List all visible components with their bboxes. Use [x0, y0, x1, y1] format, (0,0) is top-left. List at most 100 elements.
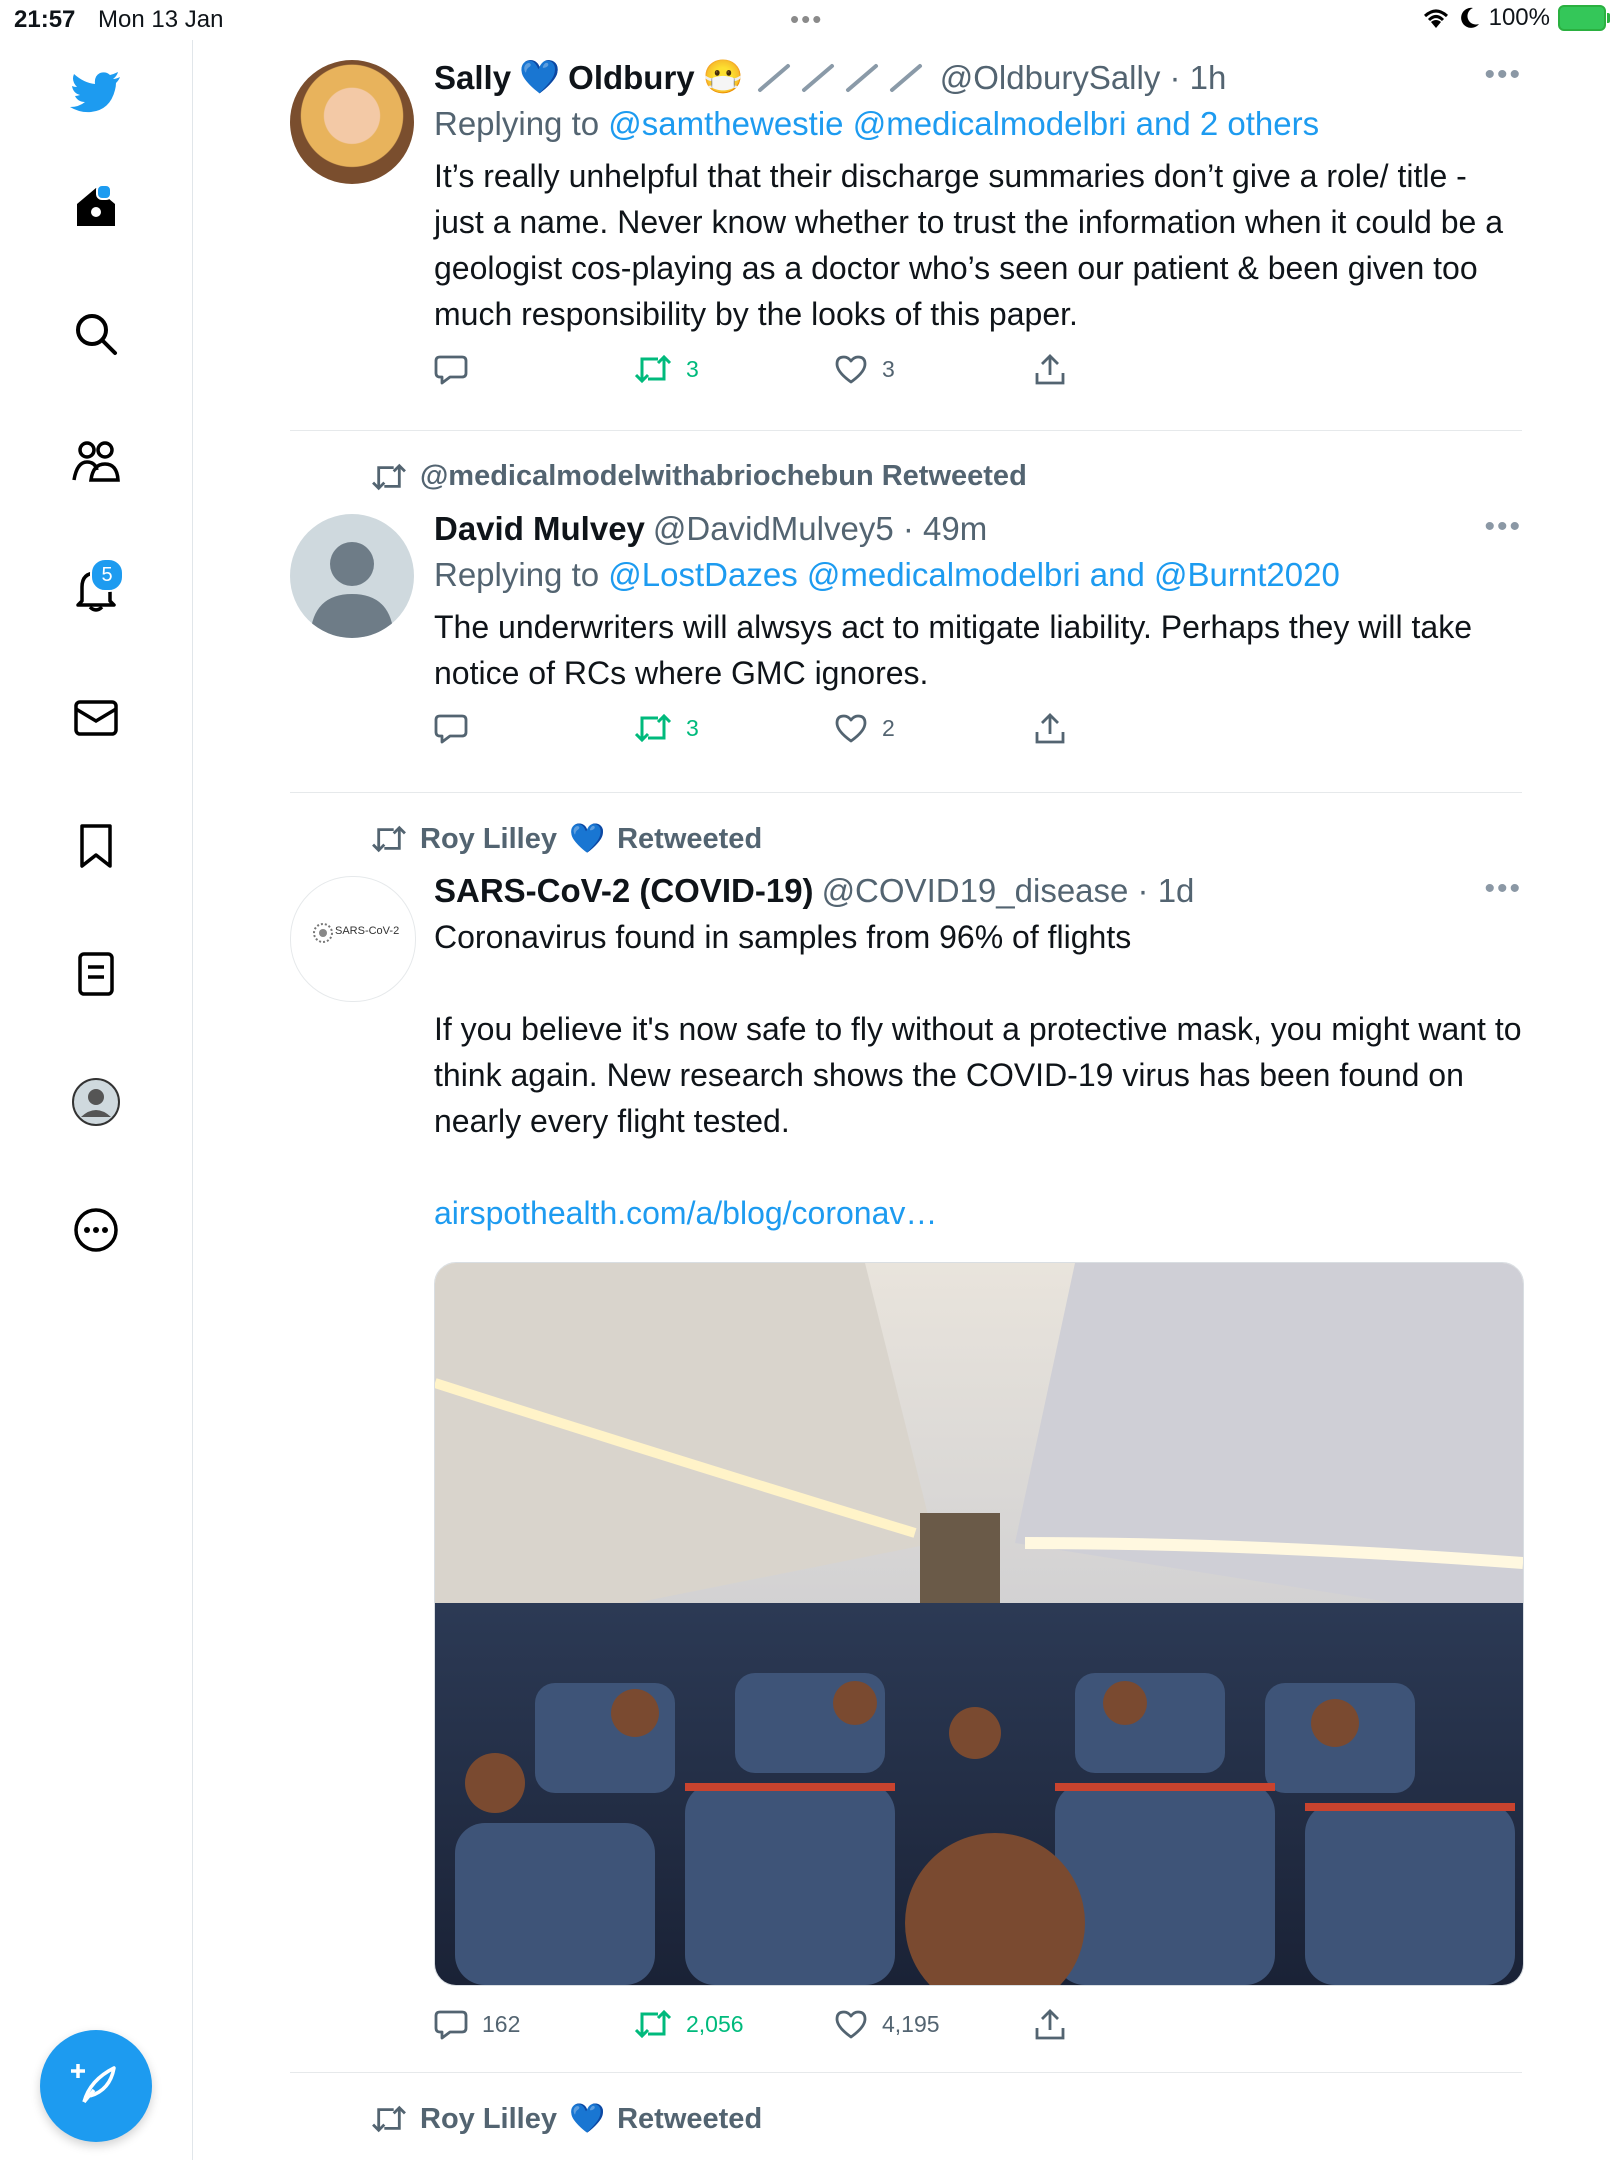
nav-home[interactable]	[60, 170, 132, 242]
bookmark-icon	[80, 824, 112, 868]
retweet-icon	[372, 463, 406, 490]
retweeted-label: Retweeted	[617, 2102, 763, 2135]
tweet-sally-oldbury[interactable]: Sally 💙 Oldbury 😷 @OldburySally · 1h •••…	[290, 58, 1522, 438]
tweet-divider	[290, 430, 1522, 431]
replying-links[interactable]: @LostDazes @medicalmodelbri and @Burnt20…	[608, 556, 1340, 593]
status-time: 21:57	[14, 6, 76, 33]
list-icon	[78, 952, 114, 996]
display-name[interactable]: Sally	[434, 59, 511, 97]
twitter-bird-icon	[70, 72, 120, 113]
tweet-text: It’s really unhelpful that their dischar…	[434, 158, 1503, 332]
envelope-icon	[74, 700, 118, 736]
handle-and-time[interactable]: @OldburySally · 1h	[940, 59, 1227, 97]
tweet-divider	[290, 792, 1522, 793]
timeline[interactable]: Sally 💙 Oldbury 😷 @OldburySally · 1h •••…	[192, 40, 1620, 2160]
reply-button[interactable]	[434, 353, 482, 385]
syringe-icons	[752, 60, 932, 96]
display-name[interactable]: David Mulvey	[434, 510, 645, 548]
tweet-partial[interactable]: Roy Lilley 💙 Retweeted	[290, 2102, 1522, 2160]
tweet-actions: 162 2,056 4,195	[434, 2008, 1522, 2056]
heart-icon	[835, 2010, 867, 2039]
retweeted-by: @medicalmodelwithabriochebun Retweeted	[370, 460, 1027, 493]
avatar[interactable]: SARS-CoV-2	[290, 876, 416, 1002]
more-options-icon[interactable]: •••	[1484, 510, 1522, 544]
reply-icon	[434, 714, 468, 744]
share-button[interactable]	[1034, 2008, 1066, 2042]
multitasking-dots[interactable]: •••	[790, 4, 823, 35]
nav-messages[interactable]	[60, 682, 132, 754]
nav-search[interactable]	[60, 298, 132, 370]
nav-notifications[interactable]: 5	[60, 554, 132, 626]
battery-icon	[1558, 5, 1610, 31]
blue-heart-icon: 💙	[569, 823, 606, 855]
tweet-divider	[290, 2072, 1522, 2073]
retweet-count: 3	[686, 714, 699, 741]
tweet-header: David Mulvey @DavidMulvey5 · 49m	[434, 510, 1522, 548]
handle-and-time[interactable]: @DavidMulvey5 · 49m	[653, 510, 987, 548]
handle-and-time[interactable]: @COVID19_disease · 1d	[822, 872, 1195, 910]
more-options-icon[interactable]: •••	[1484, 58, 1522, 92]
compose-tweet-button[interactable]	[40, 2030, 152, 2142]
retweeter-name[interactable]: Roy Lilley	[420, 2103, 557, 2136]
retweeter-name[interactable]: Roy Lilley	[420, 823, 557, 856]
tweet-actions: 3 3	[434, 353, 1522, 401]
replying-prefix: Replying to	[434, 105, 600, 142]
share-button[interactable]	[1034, 353, 1066, 387]
status-indicators: 100%	[1421, 4, 1610, 32]
avatar[interactable]	[290, 60, 414, 184]
mask-emoji: 😷	[702, 58, 744, 95]
share-button[interactable]	[1034, 712, 1066, 746]
tweet-sars-cov-2[interactable]: Roy Lilley 💙 Retweeted SARS-CoV-2 SARS-C…	[290, 822, 1524, 2092]
like-button[interactable]: 3	[834, 353, 895, 385]
like-count: 2	[882, 714, 895, 741]
display-name-second[interactable]: Oldbury	[568, 59, 695, 97]
reply-button[interactable]	[434, 712, 482, 744]
nav-bookmarks[interactable]	[60, 810, 132, 882]
replying-to: Replying to @LostDazes @medicalmodelbri …	[434, 556, 1522, 594]
moon-icon	[1459, 6, 1481, 30]
retweet-icon	[634, 713, 672, 743]
share-icon	[1035, 713, 1065, 744]
retweet-button[interactable]: 3	[634, 712, 699, 744]
battery-percent: 100%	[1488, 4, 1550, 31]
retweeted-by: Roy Lilley 💙 Retweeted	[370, 822, 762, 856]
tweet-media-airplane-cabin[interactable]	[434, 1262, 1524, 1986]
display-name[interactable]: SARS-CoV-2 (COVID-19)	[434, 872, 814, 910]
communities-icon	[72, 441, 120, 482]
tweet-header: Sally 💙 Oldbury 😷 @OldburySally · 1h	[434, 58, 1522, 97]
like-count: 4,195	[882, 2010, 940, 2037]
reply-button[interactable]: 162	[434, 2008, 520, 2040]
like-button[interactable]: 4,195	[834, 2008, 940, 2040]
avatar[interactable]	[290, 514, 414, 638]
share-icon	[1035, 354, 1065, 385]
replying-to: Replying to @samthewestie @medicalmodelb…	[434, 105, 1522, 143]
retweeted-by-text[interactable]: @medicalmodelwithabriochebun Retweeted	[420, 460, 1027, 493]
reply-count: 162	[482, 2010, 521, 2037]
more-circle-icon	[74, 1208, 118, 1252]
tweet-david-mulvey[interactable]: @medicalmodelwithabriochebun Retweeted D…	[290, 460, 1522, 820]
replying-links[interactable]: @samthewestie @medicalmodelbri and 2 oth…	[608, 105, 1319, 142]
like-button[interactable]: 2	[834, 712, 895, 744]
nav-lists[interactable]	[60, 938, 132, 1010]
retweet-icon	[634, 354, 672, 384]
retweet-button[interactable]: 2,056	[634, 2008, 744, 2040]
heart-icon	[835, 355, 867, 384]
nav-communities[interactable]	[60, 426, 132, 498]
nav-more[interactable]	[60, 1194, 132, 1266]
blue-heart-icon: 💙	[569, 2103, 606, 2135]
notifications-badge: 5	[90, 558, 124, 592]
status-bar: 21:57 Mon 13 Jan ••• 100%	[0, 0, 1620, 40]
twitter-logo[interactable]	[60, 58, 132, 130]
tweet-header: SARS-CoV-2 (COVID-19) @COVID19_disease ·…	[434, 872, 1522, 910]
nav-profile[interactable]	[60, 1066, 132, 1138]
blue-heart-icon: 💙	[519, 58, 561, 95]
retweet-button[interactable]: 3	[634, 353, 699, 385]
retweet-icon	[634, 2009, 672, 2039]
tweet-link[interactable]: airspothealth.com/a/blog/coronav…	[434, 1190, 1522, 1236]
more-options-icon[interactable]: •••	[1484, 872, 1522, 906]
avatar-label: SARS-CoV-2	[335, 925, 400, 937]
sidebar: 5	[0, 40, 193, 2160]
avatar-icon	[72, 1078, 120, 1126]
search-icon	[76, 314, 117, 355]
retweet-count: 2,056	[686, 2010, 744, 2037]
